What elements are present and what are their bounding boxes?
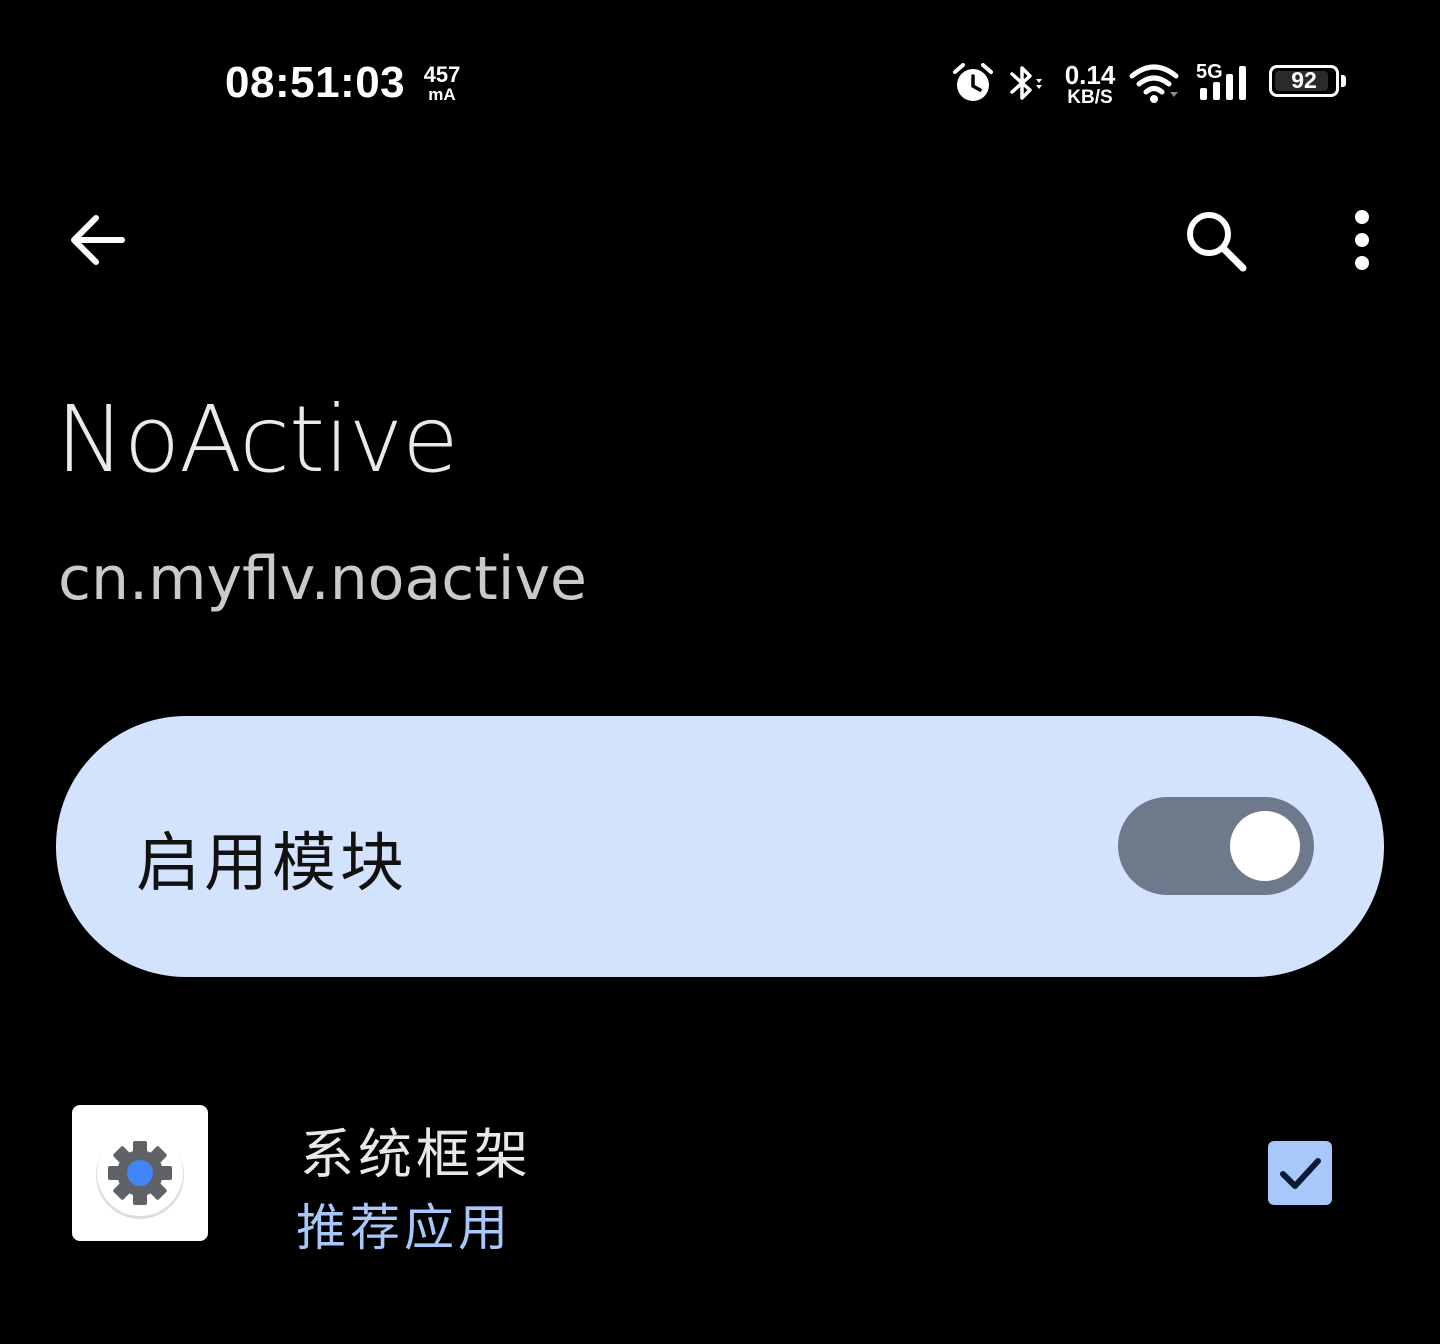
search-button[interactable] [1175, 200, 1255, 280]
wifi-icon [1129, 64, 1179, 103]
cellular-signal-icon [1200, 66, 1246, 100]
alarm-icon [953, 63, 993, 101]
network-speed: 0.14 KB/S [1062, 62, 1118, 107]
page-title: NoActive [56, 386, 459, 493]
network-speed-value: 0.14 [1064, 60, 1116, 90]
back-arrow-icon [71, 215, 125, 265]
checkmark-icon [1280, 1158, 1321, 1189]
battery-icon: 92 [1269, 65, 1339, 97]
network-speed-unit: KB/S [1067, 87, 1113, 108]
package-name: cn.myflv.noactive [58, 544, 587, 614]
app-icon [72, 1105, 208, 1241]
battery-tip [1341, 75, 1346, 87]
app-name: 系统框架 [300, 1123, 532, 1186]
switch-thumb [1230, 811, 1300, 881]
enable-module-card[interactable]: 启用模块 [56, 716, 1384, 977]
enable-module-switch[interactable] [1118, 797, 1314, 895]
bluetooth-icon [1010, 66, 1042, 100]
current-unit: mA [428, 85, 456, 104]
settings-gear-icon [96, 1130, 184, 1219]
current-draw: 457 mA [422, 62, 462, 104]
status-time: 08:51:03 [225, 58, 406, 107]
more-options-button[interactable] [1322, 200, 1402, 280]
enable-module-label: 启用模块 [136, 827, 408, 901]
back-button[interactable] [58, 200, 138, 280]
battery-percent: 92 [1291, 67, 1317, 93]
status-bar: 08:51:03 457 mA 0.14 KB/S 5G 92 [0, 0, 1440, 170]
recommended-tag: 推荐应用 [296, 1199, 512, 1257]
status-icons: 0.14 KB/S 5G 92 [950, 58, 1350, 108]
app-checkbox[interactable] [1268, 1141, 1332, 1205]
list-item[interactable]: 系统框架 推荐应用 [0, 1080, 1440, 1270]
more-vert-icon [1355, 210, 1369, 270]
current-value: 457 [423, 62, 461, 87]
search-icon [1187, 212, 1247, 272]
